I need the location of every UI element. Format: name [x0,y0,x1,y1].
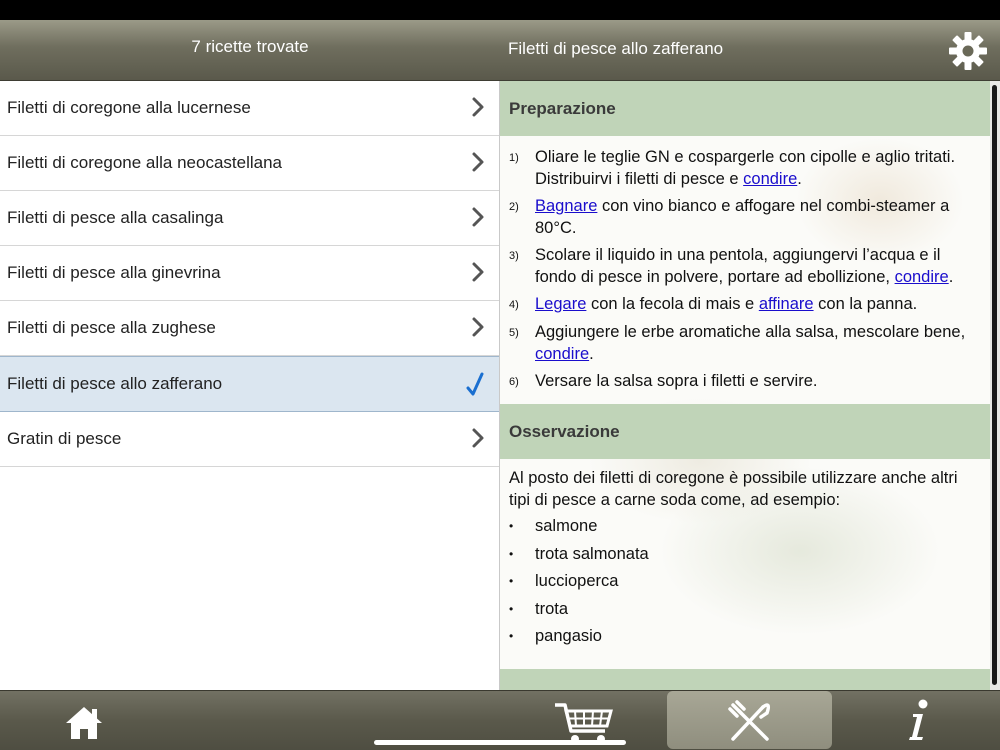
list-item: • pangasio [509,625,980,647]
list-item-text: trota [535,599,569,618]
fork-knife-icon [728,700,771,741]
gear-icon[interactable] [945,28,991,74]
home-indicator [374,740,626,745]
shopping-cart-icon [555,703,613,743]
step-text-segment: . [589,345,594,363]
recipe-list-item[interactable]: Gratin di pesce [0,412,499,467]
step-text-segment: Scolare il liquido in una pentola, aggiu… [535,246,941,286]
step-text-segment: con la panna. [813,295,918,313]
list-item-text: pangasio [535,627,602,645]
list-item: • trota [509,598,980,620]
glossary-link[interactable]: condire [535,345,589,363]
recipe-list-item-label: Gratin di pesce [7,429,122,448]
step-text-segment: . [948,268,954,286]
tab-recipes[interactable] [667,691,832,749]
preparation-step: 5) Aggiungere le erbe aromatiche alla sal… [509,321,980,365]
preparation-step: 6) Versare la salsa sopra i filetti e ser… [509,370,980,393]
step-text: Legare con la fecola di mais e affinare … [535,293,980,316]
recipe-list-item[interactable]: Filetti di pesce alla zughese [0,301,499,356]
preparation-step: 3) Scolare il liquido in una pentola, agg… [509,244,980,288]
observation-text: Al posto dei filetti di coregone è possi… [509,469,958,509]
bullet-marker: • [509,601,514,616]
step-number: 5) [509,327,519,339]
recipe-list-item-label: Filetti di pesce allo zafferano [7,374,223,393]
fish-alternatives-list: • salmone • trota salmonata • luccioperca • tro… [500,515,990,661]
recipe-list-item[interactable]: Filetti di coregone alla lucernese [0,81,499,136]
recipe-list-item-label: Filetti di coregone alla neocastellana [7,153,283,172]
step-number: 1) [509,152,519,164]
chevron-right-icon [472,317,484,337]
step-text: Oliare le teglie GN e cospargerle con ci… [535,146,980,190]
recipe-list-item-label: Filetti di pesce alla casalinga [7,208,224,227]
chevron-right-icon [472,262,484,282]
bullet-marker: • [509,546,514,561]
step-text-segment: con la fecola di mais e [586,295,759,313]
list-item: • salmone [509,515,980,537]
recipe-detail: Preparazione 1) Oliare le teglie GN e cos… [500,81,990,690]
chevron-right-icon [472,152,484,172]
preparation-step: 4) Legare con la fecola di mais e affinar… [509,293,980,316]
recipe-list-item[interactable]: Filetti di pesce alla ginevrina [0,246,499,301]
recipe-list: Filetti di coregone alla lucernese Filett… [0,81,500,690]
recipe-title: Filetti di pesce allo zafferano [508,39,724,58]
tab-home[interactable] [50,691,120,750]
section-header-observation: Osservazione [500,404,990,459]
chevron-right-icon [472,97,484,117]
step-text: Versare la salsa sopra i filetti e servi… [535,370,980,393]
recipe-list-item-label: Filetti di coregone alla lucernese [7,98,251,117]
info-icon [909,699,928,740]
section-header-preparation: Preparazione [500,81,990,136]
recipe-list-item-label: Filetti di pesce alla zughese [7,318,216,337]
glossary-link[interactable]: affinare [759,295,814,313]
step-number: 6) [509,376,519,388]
recipe-list-item[interactable]: Filetti di coregone alla neocastellana [0,136,499,191]
step-text-segment: Aggiungere le erbe aromatiche alla salsa… [535,323,966,341]
list-item-text: luccioperca [535,572,619,590]
step-text-segment: con vino bianco e affogare nel combi-ste… [535,197,950,237]
bullet-marker: • [509,519,514,533]
glossary-link[interactable]: condire [743,170,797,188]
step-text: Aggiungere le erbe aromatiche alla salsa… [535,321,980,365]
bullet-marker: • [509,629,514,643]
step-number: 2) [509,201,519,213]
recipe-list-item-label: Filetti di pesce alla ginevrina [7,263,221,282]
preparation-step: 2) Bagnare con vino bianco e affogare nel… [509,195,980,239]
recipe-list-item[interactable]: Filetti di pesce alla casalinga [0,191,499,246]
list-item: • luccioperca [509,570,980,592]
step-text: Scolare il liquido in una pentola, aggiu… [535,244,980,288]
step-number: 4) [509,299,519,311]
preparation-steps: 1) Oliare le teglie GN e cospargerle con … [500,136,990,404]
list-item: • trota salmonata [509,543,980,565]
app-window: 7 ricette trovate Filetti di pesce allo … [0,20,1000,750]
tab-info[interactable] [895,691,945,750]
step-text-segment: . [797,170,802,188]
glossary-link[interactable]: condire [895,268,949,286]
checkmark-icon [466,372,484,396]
glossary-link[interactable]: Legare [535,295,586,313]
scrollbar-thumb[interactable] [992,85,997,685]
preparation-step: 1) Oliare le teglie GN e cospargerle con … [509,146,980,190]
step-number: 3) [509,250,519,262]
step-text-segment: Versare la salsa sopra i filetti e servi… [535,372,818,390]
glossary-link[interactable]: Bagnare [535,197,597,215]
results-count-title: 7 ricette trovate [191,37,309,56]
scrollbar[interactable] [990,81,1000,690]
home-icon [66,707,102,739]
step-text: Bagnare con vino bianco e affogare nel c… [535,195,980,239]
section-header-variants: Varianti [500,668,990,690]
top-bar: 7 ricette trovate Filetti di pesce allo … [0,20,1000,81]
bullet-marker: • [509,574,514,588]
chevron-right-icon [472,207,484,227]
chevron-right-icon [472,428,484,448]
recipe-list-item[interactable]: Filetti di pesce allo zafferano [0,356,499,412]
list-item-text: trota salmonata [535,544,649,563]
list-item-text: salmone [535,517,598,535]
